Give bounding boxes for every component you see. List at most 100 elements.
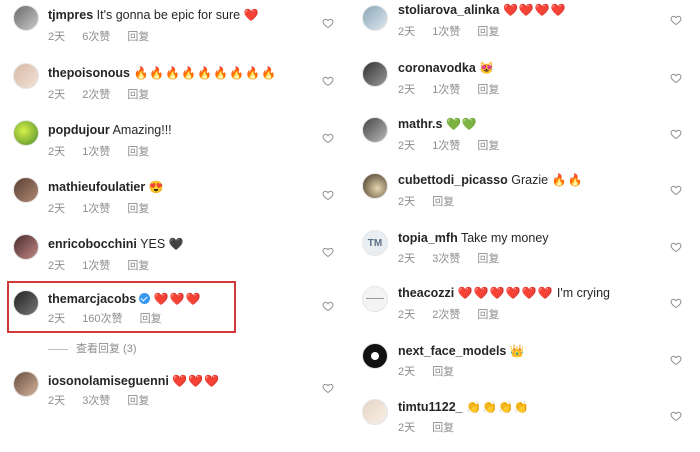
- comment-username[interactable]: timtu1122_: [398, 400, 463, 414]
- comment-time[interactable]: 2天: [398, 26, 415, 38]
- avatar[interactable]: [13, 234, 39, 260]
- reply-button[interactable]: 回复: [432, 366, 454, 378]
- comment-username[interactable]: mathieufoulatier: [48, 180, 145, 194]
- comment-username[interactable]: popdujour: [48, 123, 110, 137]
- comment-time[interactable]: 2天: [48, 146, 65, 158]
- reply-button[interactable]: 回复: [127, 260, 149, 272]
- reply-button[interactable]: 回复: [477, 140, 499, 152]
- reply-button[interactable]: 回复: [127, 146, 149, 158]
- comment-time[interactable]: 2天: [48, 260, 65, 272]
- comment-username[interactable]: thepoisonous: [48, 66, 130, 80]
- comment-item: mathr.s 💚💚 2天 1次赞 回复: [350, 114, 700, 170]
- comment-time[interactable]: 2天: [398, 84, 415, 96]
- heart-icon[interactable]: [322, 189, 334, 201]
- avatar[interactable]: TM: [362, 230, 388, 256]
- comment-username[interactable]: iosonolamiseguenni: [48, 374, 169, 388]
- avatar[interactable]: [362, 343, 388, 369]
- heart-icon[interactable]: [670, 72, 682, 84]
- avatar[interactable]: [13, 63, 39, 89]
- heart-icon[interactable]: [322, 75, 334, 87]
- reply-button[interactable]: 回复: [477, 26, 499, 38]
- comment-likes[interactable]: 1次赞: [432, 84, 460, 96]
- reply-button[interactable]: 回复: [477, 84, 499, 96]
- heart-icon[interactable]: [322, 300, 334, 312]
- comment-username[interactable]: topia_mfh: [398, 231, 458, 245]
- reply-button[interactable]: 回复: [127, 203, 149, 215]
- comment-time[interactable]: 2天: [48, 89, 65, 101]
- heart-icon[interactable]: [322, 246, 334, 258]
- comment-likes[interactable]: 1次赞: [432, 26, 460, 38]
- comment-username[interactable]: mathr.s: [398, 117, 442, 131]
- heart-icon[interactable]: [322, 17, 334, 29]
- comment-likes[interactable]: 1次赞: [432, 140, 460, 152]
- heart-icon[interactable]: [670, 128, 682, 140]
- view-replies-link[interactable]: 查看回复 (3): [48, 340, 137, 356]
- comment-time[interactable]: 2天: [398, 196, 415, 208]
- comment-likes[interactable]: 6次赞: [82, 31, 110, 43]
- comment-time[interactable]: 2天: [398, 253, 415, 265]
- comment-line: mathieufoulatier 😍: [48, 179, 165, 195]
- comment-time[interactable]: 2天: [48, 31, 65, 43]
- heart-icon[interactable]: [670, 354, 682, 366]
- avatar[interactable]: [13, 177, 39, 203]
- comment-likes[interactable]: 3次赞: [82, 395, 110, 407]
- avatar[interactable]: [362, 399, 388, 425]
- comment-username[interactable]: theacozzi: [398, 286, 454, 300]
- avatar-line: [366, 298, 384, 299]
- reply-button[interactable]: 回复: [127, 31, 149, 43]
- heart-icon[interactable]: [670, 184, 682, 196]
- avatar[interactable]: [13, 5, 39, 31]
- heart-icon[interactable]: [670, 410, 682, 422]
- comment-emoji: ❤️❤️❤️❤️: [502, 3, 567, 17]
- reply-button[interactable]: 回复: [432, 422, 454, 434]
- comment-time[interactable]: 2天: [48, 395, 65, 407]
- divider: [48, 348, 68, 350]
- reply-button[interactable]: 回复: [477, 309, 499, 321]
- heart-icon[interactable]: [670, 14, 682, 26]
- comment-time[interactable]: 2天: [398, 366, 415, 378]
- reply-button[interactable]: 回复: [127, 395, 149, 407]
- comment-text: I'm crying: [556, 286, 610, 300]
- comment-username[interactable]: enricobocchini: [48, 237, 137, 251]
- comment-likes[interactable]: 1次赞: [82, 146, 110, 158]
- comment-username[interactable]: cubettodi_picasso: [398, 173, 508, 187]
- comment-line: topia_mfh Take my money: [398, 230, 549, 246]
- heart-icon[interactable]: [670, 297, 682, 309]
- comment-item: TM topia_mfh Take my money 2天 3次赞 回复: [350, 226, 700, 282]
- comment-emoji: 🔥🔥🔥🔥🔥🔥🔥🔥🔥: [133, 66, 277, 80]
- heart-icon[interactable]: [670, 241, 682, 253]
- comment-line: stoliarova_alinka ❤️❤️❤️❤️: [398, 2, 567, 18]
- comment-text: It's gonna be epic for sure: [96, 8, 241, 22]
- comment-likes[interactable]: 2次赞: [432, 309, 460, 321]
- comment-time[interactable]: 2天: [398, 140, 415, 152]
- heart-icon[interactable]: [322, 382, 334, 394]
- avatar[interactable]: [362, 173, 388, 199]
- heart-icon[interactable]: [322, 132, 334, 144]
- comment-time[interactable]: 2天: [398, 309, 415, 321]
- comment-username[interactable]: coronavodka: [398, 61, 476, 75]
- comment-meta: 2天 1次赞 回复: [48, 200, 163, 216]
- avatar[interactable]: [362, 117, 388, 143]
- reply-button[interactable]: 回复: [432, 196, 454, 208]
- reply-button[interactable]: 回复: [127, 89, 149, 101]
- comment-item: cubettodi_picasso Grazie 🔥🔥 2天 回复: [350, 170, 700, 226]
- comment-username[interactable]: tjmpres: [48, 8, 93, 22]
- comment-likes[interactable]: 1次赞: [82, 203, 110, 215]
- comment-likes[interactable]: 1次赞: [82, 260, 110, 272]
- avatar[interactable]: [13, 120, 39, 146]
- comment-username[interactable]: stoliarova_alinka: [398, 3, 499, 17]
- comment-username[interactable]: next_face_models: [398, 344, 506, 358]
- avatar[interactable]: [362, 5, 388, 31]
- comment-likes[interactable]: 2次赞: [82, 89, 110, 101]
- comment-emoji: ❤️❤️❤️❤️❤️❤️: [457, 286, 554, 300]
- avatar[interactable]: [13, 371, 39, 397]
- view-replies-label: 查看回复 (3): [76, 343, 137, 355]
- comment-time[interactable]: 2天: [48, 203, 65, 215]
- reply-button[interactable]: 回复: [477, 253, 499, 265]
- avatar[interactable]: [362, 286, 388, 312]
- comment-emoji: 💚💚: [445, 117, 478, 131]
- avatar[interactable]: [362, 61, 388, 87]
- comment-line: enricobocchini YES 🖤: [48, 236, 185, 252]
- comment-time[interactable]: 2天: [398, 422, 415, 434]
- comment-likes[interactable]: 3次赞: [432, 253, 460, 265]
